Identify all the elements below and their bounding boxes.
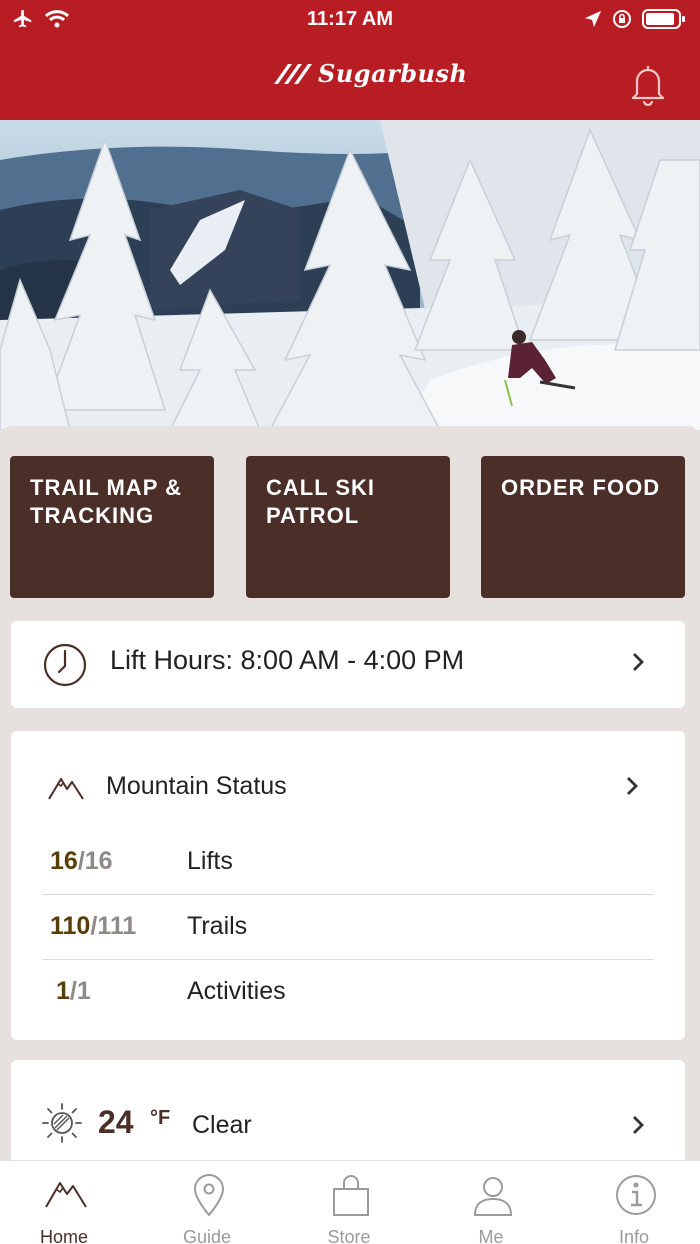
lifts-count: 16/16 [50, 847, 113, 876]
tab-info[interactable]: Info [564, 1161, 700, 1244]
mountain-icon [48, 778, 84, 800]
activities-open: 1 [56, 977, 70, 1005]
trails-open: 110 [50, 912, 91, 940]
lifts-label: Lifts [187, 847, 233, 875]
call-ski-patrol-button[interactable]: CALL SKI PATROL [246, 456, 450, 598]
trail-map-tracking-label: TRAIL MAP & TRACKING [30, 475, 182, 528]
shopping-bag-icon [333, 1175, 369, 1216]
hero-image [0, 120, 700, 430]
tab-guide-label: Guide [182, 1227, 232, 1244]
lift-hours-label: Lift Hours: 8:00 AM - 4:00 PM [110, 645, 465, 675]
status-row-trails[interactable]: 110/111 Trails [42, 896, 654, 960]
temperature-unit: °F [150, 1107, 171, 1129]
snowy-mountain-skier-illustration [0, 120, 700, 430]
status-row-activities[interactable]: 1/1 Activities [42, 961, 654, 1025]
trails-label: Trails [187, 912, 248, 940]
tab-info-label: Info [618, 1227, 650, 1244]
tab-me-label: Me [478, 1227, 504, 1244]
bottom-tab-bar: Home Guide Store Me Info [0, 1160, 700, 1244]
trails-count: 110/111 [50, 912, 136, 941]
person-icon [473, 1177, 513, 1216]
notifications-button[interactable] [630, 62, 666, 111]
trail-map-tracking-button[interactable]: TRAIL MAP & TRACKING [10, 456, 214, 598]
tab-store-label: Store [327, 1227, 371, 1244]
tab-me[interactable]: Me [421, 1161, 561, 1244]
weather-sun-icon [42, 1103, 82, 1143]
info-icon [616, 1175, 656, 1215]
mountain-status-title: Mountain Status [106, 772, 287, 800]
mountain-icon [45, 1182, 87, 1208]
lift-hours-card[interactable]: Lift Hours: 8:00 AM - 4:00 PM [11, 621, 685, 708]
mountain-status-link[interactable] [615, 767, 655, 807]
tab-guide[interactable]: Guide [137, 1161, 277, 1244]
app-header: Sugarbush [0, 40, 700, 120]
bell-icon [631, 66, 665, 107]
tab-home[interactable]: Home [0, 1161, 134, 1244]
mountain-status-card: Mountain Status 16/16 Lifts 110/111 Trai… [11, 731, 685, 1040]
location-arrow-icon [584, 10, 602, 28]
activities-count: 1/1 [56, 977, 91, 1006]
status-right-icons [584, 8, 686, 30]
logo-text: Sugarbush [318, 58, 468, 88]
status-row-lifts[interactable]: 16/16 Lifts [42, 831, 654, 895]
tab-home-label: Home [39, 1227, 88, 1244]
temperature-value: 24 [98, 1104, 134, 1140]
chevron-right-icon [633, 1116, 644, 1134]
call-ski-patrol-label: CALL SKI PATROL [266, 475, 376, 528]
tab-store[interactable]: Store [279, 1161, 419, 1244]
chevron-right-icon [633, 653, 644, 671]
order-food-label: ORDER FOOD [501, 475, 661, 500]
battery-icon [642, 9, 685, 29]
chevron-right-icon [627, 777, 638, 795]
weather-condition: Clear [192, 1111, 252, 1139]
sugarbush-logo: Sugarbush [272, 58, 467, 88]
order-food-button[interactable]: ORDER FOOD [481, 456, 685, 598]
lifts-open: 16 [50, 847, 78, 875]
sugarbush-logo-mark-icon [274, 64, 312, 84]
map-pin-icon [193, 1174, 225, 1217]
trails-total: /111 [90, 912, 137, 940]
lifts-total: /16 [77, 847, 113, 875]
status-bar: 11:17 AM [0, 0, 700, 40]
clock-icon [43, 643, 87, 687]
rotation-lock-icon [613, 10, 631, 28]
main-content: TRAIL MAP & TRACKING CALL SKI PATROL ORD… [0, 426, 700, 1190]
activities-total: /1 [69, 977, 91, 1005]
activities-label: Activities [187, 977, 286, 1005]
